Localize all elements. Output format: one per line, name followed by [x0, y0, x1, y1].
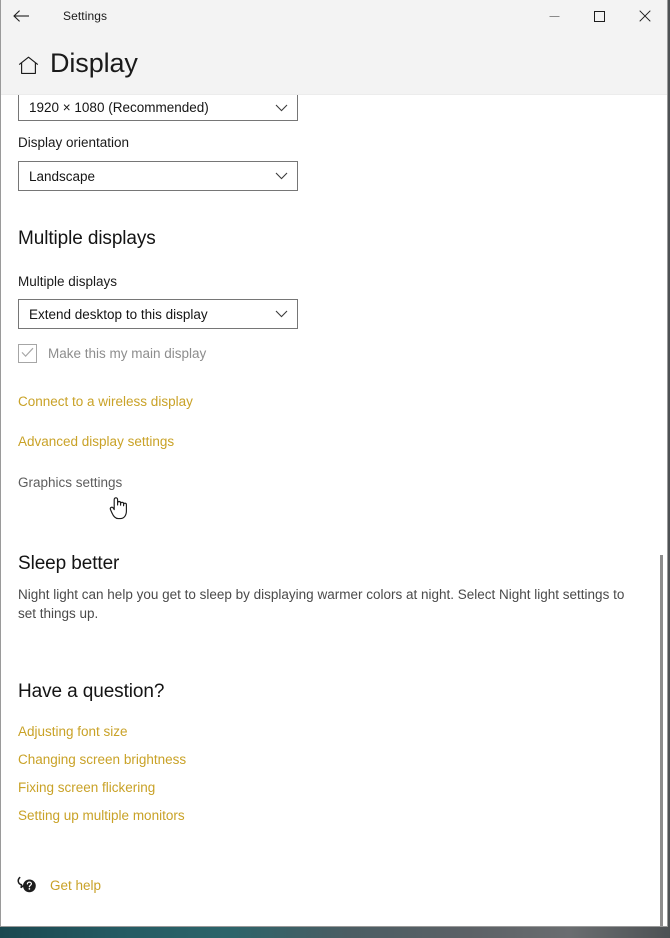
- back-arrow-icon: [12, 9, 30, 23]
- sleep-better-heading: Sleep better: [18, 553, 120, 574]
- get-help-row[interactable]: Get help: [16, 874, 101, 896]
- vertical-scrollbar[interactable]: [658, 95, 664, 926]
- link-graphics-settings[interactable]: Graphics settings: [18, 475, 122, 490]
- page-header: Display: [1, 32, 667, 95]
- multiple-displays-heading: Multiple displays: [18, 228, 156, 249]
- make-main-display-checkbox[interactable]: [18, 344, 37, 363]
- resolution-value: 1920 × 1080 (Recommended): [29, 100, 209, 115]
- display-orientation-value: Landscape: [29, 168, 96, 184]
- link-setting-up-multiple-monitors[interactable]: Setting up multiple monitors: [18, 808, 185, 823]
- minimize-icon: [549, 11, 560, 22]
- link-fixing-screen-flickering[interactable]: Fixing screen flickering: [18, 780, 155, 795]
- home-icon[interactable]: [17, 54, 39, 76]
- make-main-display-checkbox-row[interactable]: Make this my main display: [18, 344, 206, 363]
- window-title: Settings: [63, 9, 108, 23]
- maximize-icon: [594, 10, 605, 22]
- multiple-displays-label: Multiple displays: [18, 274, 118, 289]
- check-icon: [21, 345, 34, 363]
- window-controls: [532, 0, 667, 32]
- back-button[interactable]: [1, 0, 41, 32]
- close-icon: [638, 10, 651, 22]
- help-chat-icon: [16, 874, 38, 896]
- sleep-better-description: Night light can help you get to sleep by…: [18, 587, 625, 621]
- multiple-displays-dropdown[interactable]: Extend desktop to this display: [18, 299, 298, 329]
- settings-window: Settings Display 1920 × 1080 (Recommende…: [0, 0, 668, 927]
- close-button[interactable]: [622, 0, 667, 32]
- have-a-question-heading: Have a question?: [18, 681, 165, 702]
- title-bar: Settings: [1, 0, 667, 32]
- link-advanced-display-settings[interactable]: Advanced display settings: [18, 434, 174, 449]
- resolution-dropdown[interactable]: 1920 × 1080 (Recommended): [18, 95, 298, 121]
- settings-content: 1920 × 1080 (Recommended) Display orient…: [1, 95, 667, 926]
- multiple-displays-value: Extend desktop to this display: [29, 306, 208, 322]
- chevron-down-icon: [275, 104, 288, 112]
- make-main-display-label: Make this my main display: [48, 346, 207, 361]
- link-adjusting-font-size[interactable]: Adjusting font size: [18, 724, 128, 739]
- maximize-button[interactable]: [577, 0, 622, 32]
- link-changing-screen-brightness[interactable]: Changing screen brightness: [18, 752, 186, 767]
- display-orientation-label: Display orientation: [18, 135, 130, 150]
- scrollbar-thumb[interactable]: [660, 555, 663, 926]
- link-get-help[interactable]: Get help: [50, 878, 101, 893]
- display-orientation-dropdown[interactable]: Landscape: [18, 161, 298, 191]
- minimize-button[interactable]: [532, 0, 577, 32]
- chevron-down-icon: [275, 172, 288, 180]
- link-connect-wireless-display[interactable]: Connect to a wireless display: [18, 394, 193, 409]
- chevron-down-icon: [275, 310, 288, 318]
- page-title: Display: [50, 47, 138, 78]
